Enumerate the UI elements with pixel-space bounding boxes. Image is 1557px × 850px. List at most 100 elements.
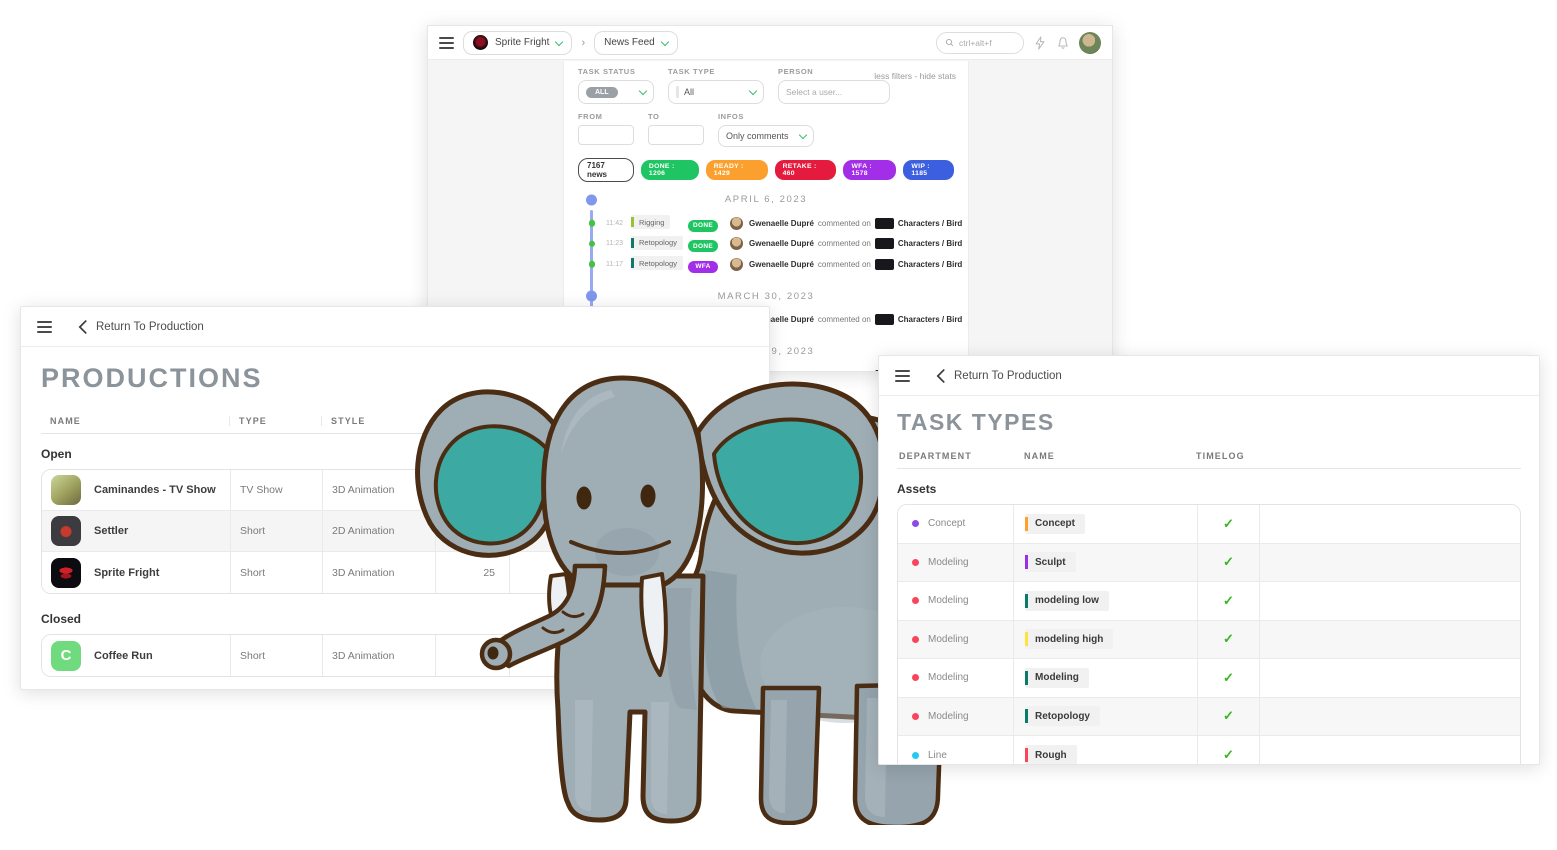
table-row[interactable]: Line Rough ✓: [898, 736, 1520, 765]
from-date-input[interactable]: [578, 125, 634, 145]
timelog-check-icon[interactable]: ✓: [1197, 659, 1259, 697]
status-badge-retake[interactable]: RETAKE : 460: [775, 160, 837, 180]
table-row[interactable]: Modeling Sculpt ✓: [898, 544, 1520, 583]
filters-toggle-link[interactable]: less filters - hide stats: [874, 71, 956, 81]
to-date-input[interactable]: [648, 125, 704, 145]
column-header-type: TYPE: [229, 416, 321, 426]
news-total-badge: 7167 news: [578, 158, 634, 182]
entry-target[interactable]: Characters / Bird: [898, 219, 962, 228]
entry-thumbnail[interactable]: [875, 259, 894, 270]
entry-task-type-badge[interactable]: Retopology: [631, 256, 683, 270]
entry-thumbnail[interactable]: [875, 218, 894, 229]
task-type-name: Modeling: [1035, 672, 1079, 683]
person-field[interactable]: [778, 80, 890, 104]
return-to-production-link[interactable]: Return To Production: [936, 369, 1062, 383]
department-name: Modeling: [928, 711, 969, 722]
global-search[interactable]: [936, 32, 1024, 54]
task-type-badge[interactable]: modeling high: [1025, 629, 1113, 649]
production-type: Short: [230, 552, 322, 593]
section-select[interactable]: News Feed: [594, 31, 678, 55]
timelog-check-icon[interactable]: ✓: [1197, 505, 1259, 543]
timelog-check-icon[interactable]: ✓: [1197, 621, 1259, 659]
timelog-check-icon[interactable]: ✓: [1197, 698, 1259, 736]
search-icon: [945, 37, 954, 48]
production-name[interactable]: Caminandes - TV Show: [94, 484, 216, 496]
to-label: TO: [648, 112, 704, 121]
task-type-select[interactable]: All: [668, 80, 764, 104]
entry-thumbnail[interactable]: [875, 238, 894, 249]
section-select-value: News Feed: [604, 37, 655, 48]
production-name[interactable]: Coffee Run: [94, 650, 153, 662]
status-badge-wfa[interactable]: WFA : 1578: [843, 160, 896, 180]
department-color-dot: [912, 520, 919, 527]
timelog-check-icon[interactable]: ✓: [1197, 544, 1259, 582]
filters-row-2: FROM TO INFOS Only comments: [578, 112, 954, 147]
status-badge-ready[interactable]: READY : 1429: [706, 160, 768, 180]
timeline-entry-dot-icon: [589, 220, 596, 227]
chevron-down-icon: [660, 37, 668, 45]
table-row[interactable]: Concept Concept ✓: [898, 505, 1520, 544]
production-select[interactable]: Sprite Fright: [463, 31, 572, 55]
entry-time: 11:42: [606, 220, 631, 227]
news-entry: 11:42 Rigging DONE Gwenaelle Duprécommen…: [578, 213, 954, 234]
entry-person[interactable]: Gwenaelle Dupré: [749, 219, 814, 228]
chevron-left-icon: [936, 369, 945, 383]
notifications-bell-icon[interactable]: [1056, 36, 1070, 50]
task-types-column-headers: DEPARTMENT NAME TIMELOG: [897, 451, 1521, 469]
entry-action: commented on: [818, 219, 871, 228]
entry-target[interactable]: Characters / Bird: [898, 315, 962, 324]
task-type-badge[interactable]: Rough: [1025, 745, 1077, 765]
breadcrumb-separator: ›: [581, 37, 585, 49]
task-type-badge[interactable]: modeling low: [1025, 591, 1109, 611]
entry-target[interactable]: Characters / Bird: [898, 260, 962, 269]
department-color-dot: [912, 636, 919, 643]
task-type-badge[interactable]: Sculpt: [1025, 552, 1076, 572]
task-type-badge[interactable]: Retopology: [1025, 706, 1100, 726]
table-row[interactable]: Modeling modeling low ✓: [898, 582, 1520, 621]
menu-icon[interactable]: [895, 370, 910, 382]
entry-avatar[interactable]: [730, 258, 743, 271]
task-status-label: TASK STATUS: [578, 67, 654, 76]
production-type: Short: [230, 635, 322, 676]
entry-person[interactable]: Gwenaelle Dupré: [749, 260, 814, 269]
task-type-badge[interactable]: Concept: [1025, 514, 1085, 534]
menu-icon[interactable]: [37, 321, 52, 333]
entry-target[interactable]: Characters / Bird: [898, 239, 962, 248]
task-type-color-bar: [1025, 709, 1028, 723]
entry-task-type-badge[interactable]: Retopology: [631, 236, 683, 250]
timeline-group-dot-icon: [586, 194, 597, 205]
timelog-check-icon[interactable]: ✓: [1197, 736, 1259, 765]
table-row[interactable]: Modeling Modeling ✓: [898, 659, 1520, 698]
table-row[interactable]: Modeling Retopology ✓: [898, 698, 1520, 737]
news-topbar: Sprite Fright › News Feed: [428, 26, 1112, 60]
task-type-badge[interactable]: Modeling: [1025, 668, 1089, 688]
task-label: Retopology: [639, 259, 677, 268]
menu-icon[interactable]: [439, 37, 454, 49]
task-type-color-chip: [676, 86, 679, 98]
timeline-date-header: APRIL 6, 2023: [578, 194, 954, 205]
department-name: Concept: [928, 518, 965, 529]
quick-actions-icon[interactable]: [1033, 36, 1047, 50]
infos-select[interactable]: Only comments: [718, 125, 814, 147]
entry-avatar[interactable]: [730, 237, 743, 250]
timelog-check-icon[interactable]: ✓: [1197, 582, 1259, 620]
status-badge-wip[interactable]: WIP : 1185: [903, 160, 954, 180]
production-name[interactable]: Sprite Fright: [94, 567, 159, 579]
person-input[interactable]: [786, 87, 876, 97]
task-status-select[interactable]: ALL: [578, 80, 654, 104]
department-name: Modeling: [928, 634, 969, 645]
task-type-name: Concept: [1035, 518, 1075, 529]
table-row[interactable]: Modeling modeling high ✓: [898, 621, 1520, 660]
entry-task-type-badge[interactable]: Rigging: [631, 215, 670, 229]
user-avatar[interactable]: [1079, 32, 1101, 54]
status-badge-done[interactable]: DONE : 1206: [641, 160, 699, 180]
entry-person[interactable]: Gwenaelle Dupré: [749, 239, 814, 248]
production-name[interactable]: Settler: [94, 525, 128, 537]
task-status-value: ALL: [586, 87, 618, 98]
entry-avatar[interactable]: [730, 217, 743, 230]
search-input[interactable]: [959, 38, 1015, 48]
infos-value: Only comments: [726, 131, 789, 141]
chevron-down-icon: [799, 131, 807, 139]
entry-thumbnail[interactable]: [875, 314, 894, 325]
return-to-production-link[interactable]: Return To Production: [78, 320, 204, 334]
